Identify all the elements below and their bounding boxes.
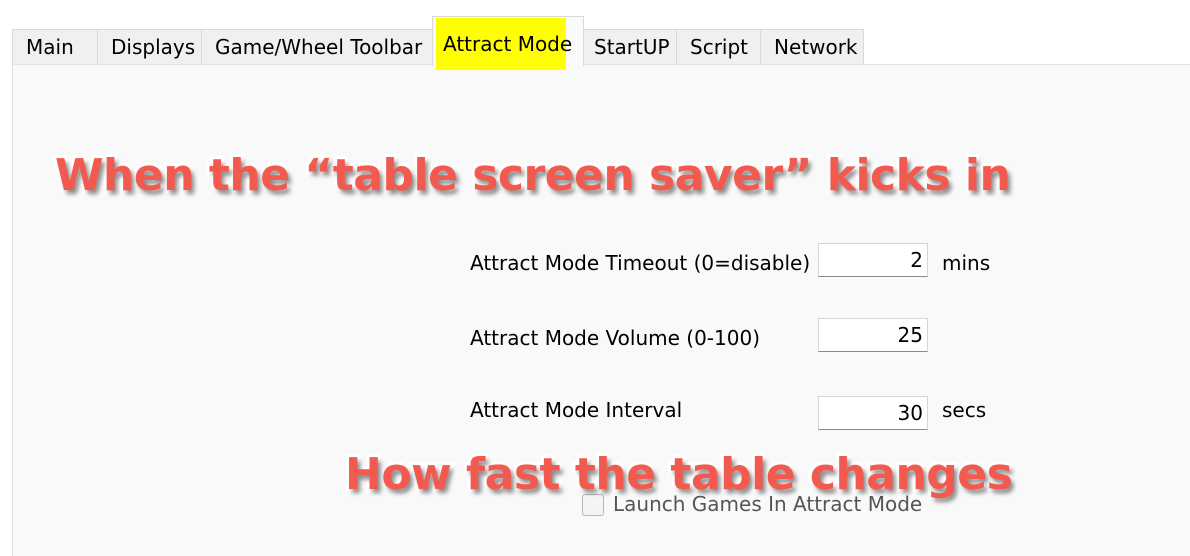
tab-script[interactable]: Script xyxy=(676,29,761,64)
interval-label: Attract Mode Interval xyxy=(470,398,683,422)
tab-attract-mode[interactable]: Attract Mode xyxy=(432,16,584,70)
tab-bar: Main Displays Game/Wheel Toolbar Attract… xyxy=(0,0,1190,70)
tab-label: Network xyxy=(774,35,858,59)
interval-input[interactable] xyxy=(818,396,928,430)
tab-label: Attract Mode xyxy=(443,32,573,56)
timeout-input[interactable] xyxy=(818,243,928,277)
tab-displays[interactable]: Displays xyxy=(97,29,202,64)
tab-label: Game/Wheel Toolbar xyxy=(215,35,423,59)
tab-main[interactable]: Main xyxy=(12,29,98,64)
tab-startup[interactable]: StartUP xyxy=(580,29,677,64)
annotation-bottom: How fast the table changes xyxy=(342,446,1016,503)
annotation-top: When the “table screen saver” kicks in xyxy=(52,147,1014,204)
tab-label: StartUP xyxy=(594,35,670,59)
volume-input[interactable] xyxy=(818,318,928,352)
tab-game-wheel-toolbar[interactable]: Game/Wheel Toolbar xyxy=(201,29,433,64)
interval-unit: secs xyxy=(942,398,987,422)
volume-label: Attract Mode Volume (0-100) xyxy=(470,326,760,350)
tab-label: Script xyxy=(690,35,749,59)
tab-network[interactable]: Network xyxy=(760,29,864,64)
timeout-label: Attract Mode Timeout (0=disable) xyxy=(470,251,811,275)
timeout-unit: mins xyxy=(942,251,991,275)
tab-label: Main xyxy=(26,35,74,59)
tab-label: Displays xyxy=(111,35,196,59)
